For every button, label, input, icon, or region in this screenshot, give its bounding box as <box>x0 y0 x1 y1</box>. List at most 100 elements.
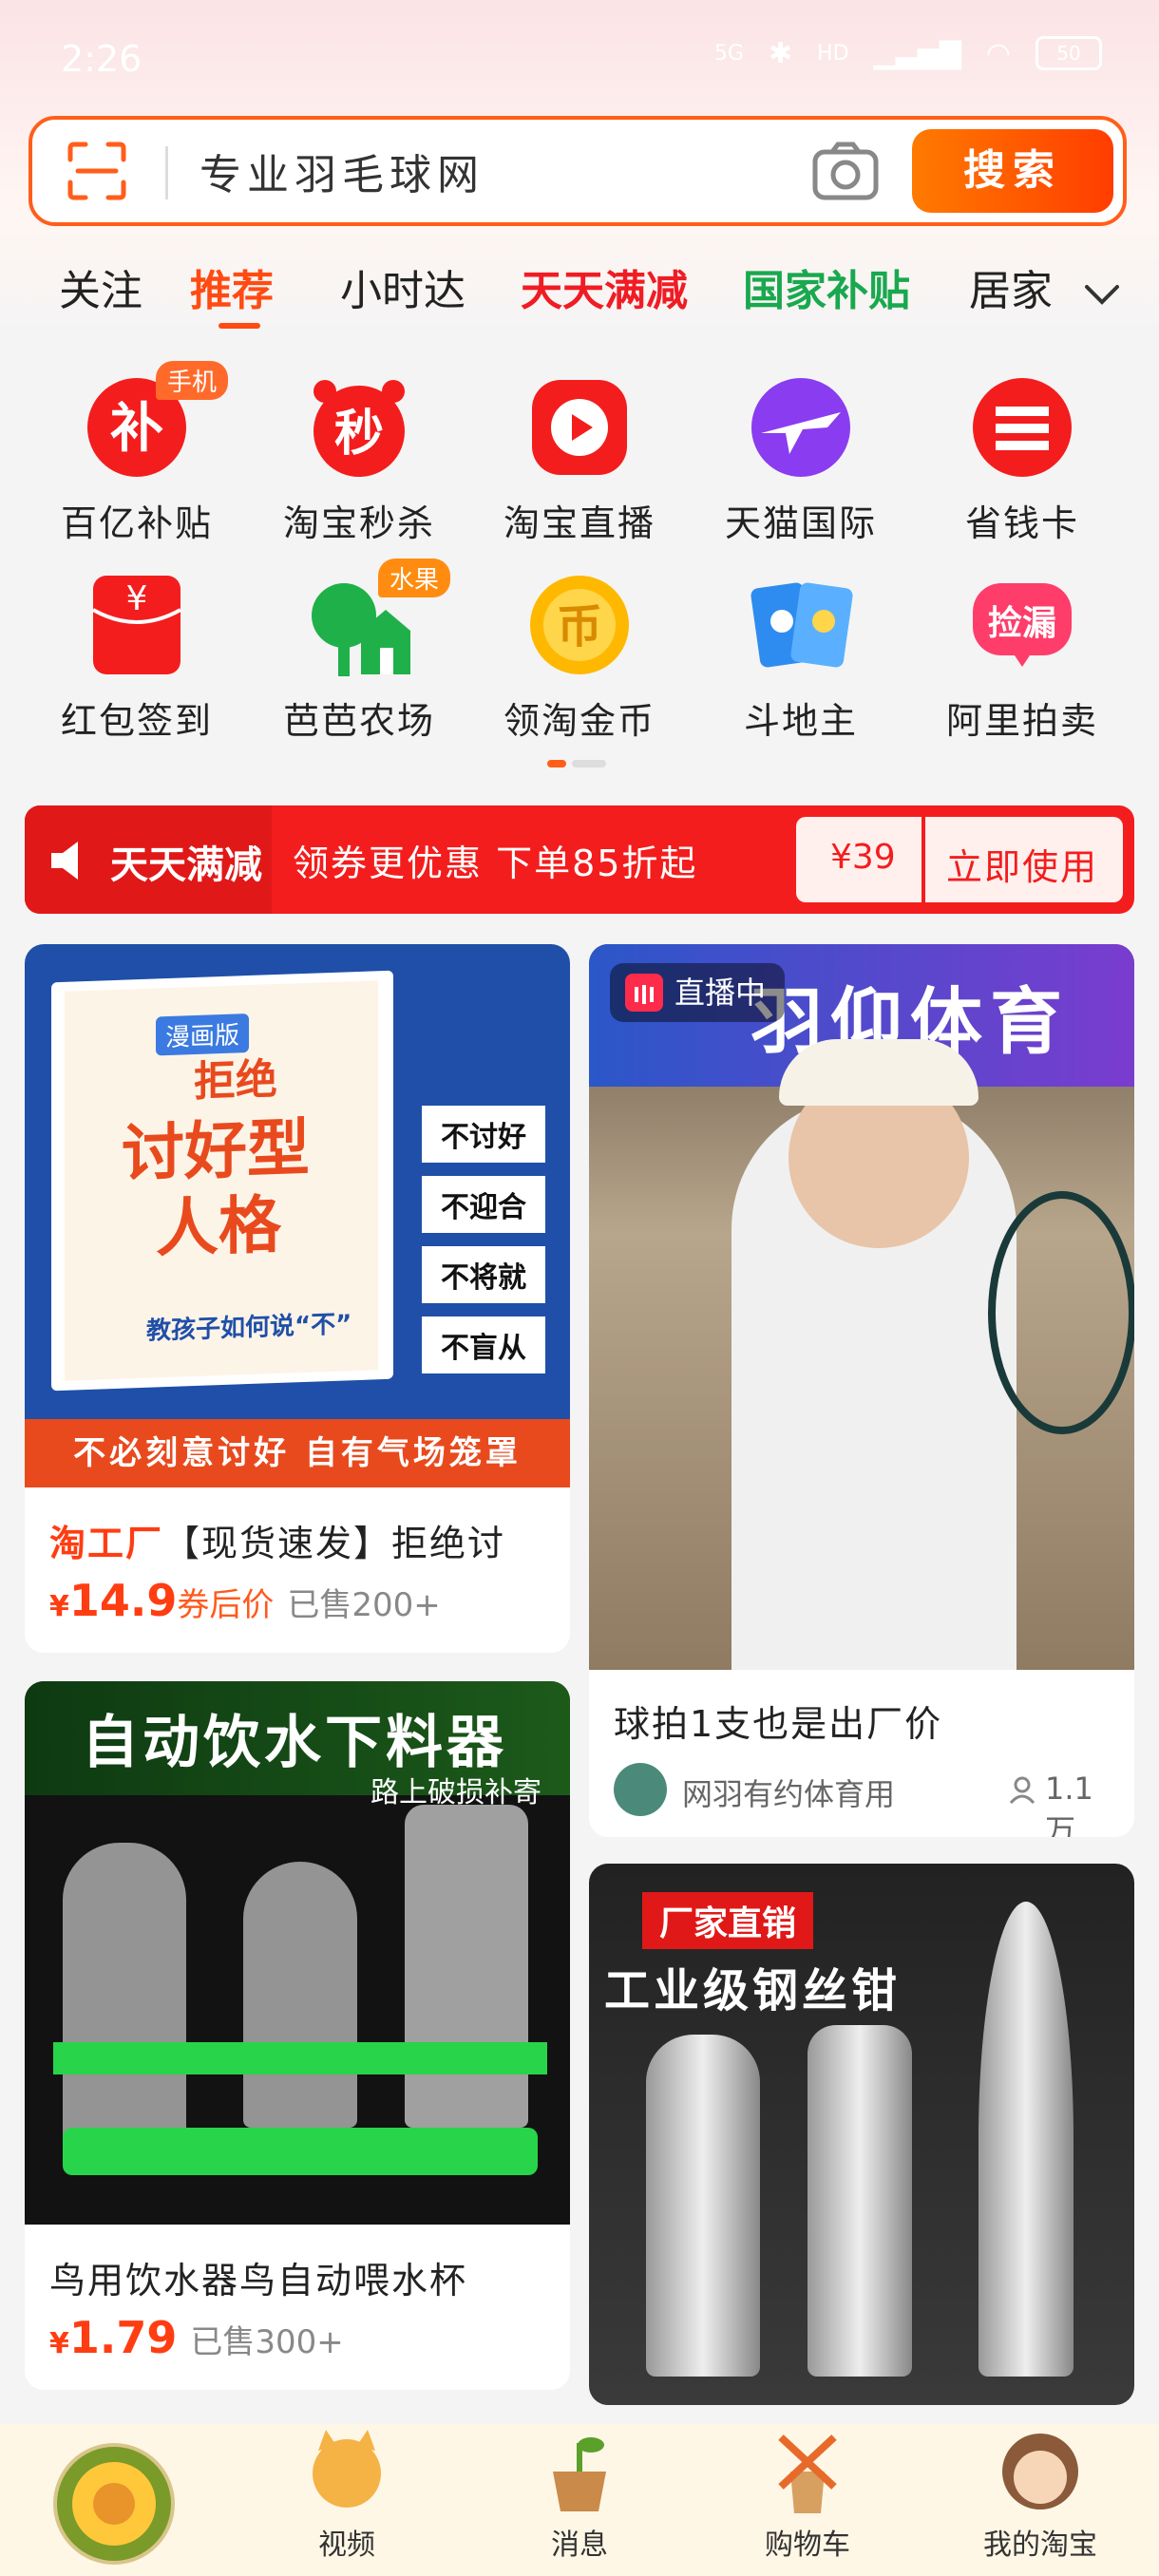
category-live[interactable]: 淘宝直播 <box>469 374 690 546</box>
pliers-2 <box>808 2025 912 2377</box>
coin-glyph: 币 <box>557 600 602 653</box>
girl-avatar-icon <box>1002 2434 1078 2510</box>
shop-line: 网羽有约体育用 1.1万 <box>614 1763 1117 1837</box>
product-title: 球拍1支也是出厂价 <box>614 1703 943 1745</box>
feeder-tube-2 <box>243 1862 357 2128</box>
product-card-pliers[interactable]: 厂家直销 工业级钢丝钳 <box>589 1864 1134 2405</box>
flash-sale-glyph: 秒 <box>334 406 384 463</box>
product-price: 14.9 <box>68 1575 178 1626</box>
pliers-1 <box>646 2035 760 2377</box>
tree-house-icon: 水果 <box>306 559 450 678</box>
viewers-icon <box>1009 1776 1036 1805</box>
tab-home[interactable]: 居家 <box>969 256 1054 317</box>
category-label: 天猫国际 <box>724 502 877 544</box>
home-sunflower-icon[interactable] <box>53 2443 175 2565</box>
nav-label: 消息 <box>551 2529 608 2562</box>
nav-label: 购物车 <box>765 2529 850 2562</box>
shop-avatar <box>614 1763 667 1816</box>
category-label: 芭芭农场 <box>282 700 435 742</box>
auction-icon: 捡漏 <box>969 572 1075 678</box>
price-currency: ¥ <box>49 1590 69 1623</box>
feeder-tube-3 <box>405 1805 528 2128</box>
camera-icon[interactable] <box>811 141 880 201</box>
category-tag: 水果 <box>377 559 450 597</box>
bottom-nav: 视频 消息 购物车 我的淘宝 <box>0 2424 1159 2576</box>
tab-national-subsidy[interactable]: 国家补贴 <box>743 256 910 317</box>
price-line: ¥14.9券后价 已售200+ <box>49 1575 441 1626</box>
nav-messages[interactable]: 消息 <box>484 2424 674 2563</box>
chip: 不将就 <box>422 1246 545 1303</box>
category-gold-coin[interactable]: 币 领淘金币 <box>469 572 690 744</box>
category-label: 百亿补贴 <box>60 502 213 544</box>
category-label: 红包签到 <box>60 700 213 742</box>
category-red-envelope[interactable]: ¥ 红包签到 <box>27 572 247 744</box>
factory-direct-tag: 厂家直销 <box>642 1892 814 1949</box>
tab-recommend[interactable]: 推荐 <box>190 256 274 317</box>
red-envelope-icon: ¥ <box>84 572 190 678</box>
tab-follow[interactable]: 关注 <box>59 256 142 317</box>
page-dot <box>572 760 606 767</box>
streamer-cap <box>779 1039 978 1106</box>
tab-hourly[interactable]: 小时达 <box>340 256 466 317</box>
nav-video[interactable]: 视频 <box>252 2424 442 2563</box>
hd-label: HD <box>817 41 849 66</box>
pliers-headline: 工业级钢丝钳 <box>604 1964 902 2017</box>
product-title: 鸟用饮水器鸟自动喂水杯 <box>49 2260 468 2301</box>
nav-my-taobao[interactable]: 我的淘宝 <box>945 2424 1135 2563</box>
saving-card-icon <box>969 374 1075 481</box>
price-line: ¥1.79 已售300+ <box>49 2312 344 2363</box>
coupon-box[interactable]: ¥39 立即使用 <box>796 817 1123 902</box>
scan-icon[interactable] <box>66 141 127 201</box>
chip: 不迎合 <box>422 1176 545 1233</box>
product-title: 淘工厂【现货速发】拒绝讨 <box>49 1514 505 1566</box>
brand-label: 淘工厂 <box>49 1523 164 1564</box>
category-landlord-game[interactable]: 斗地主 <box>691 572 911 744</box>
category-billion-subsidy[interactable]: 补 手机 百亿补贴 <box>27 361 247 546</box>
chevron-down-icon[interactable] <box>1081 274 1123 315</box>
category-label: 省钱卡 <box>964 502 1079 544</box>
network-label: 5G <box>713 41 744 66</box>
tab-daily-discount[interactable]: 天天满减 <box>521 256 688 317</box>
status-icons: 5G ✱ HD ▁▃▅▇ ◠ 50 <box>714 36 1102 70</box>
chip: 不盲从 <box>422 1316 545 1373</box>
book-promo-strip: 不必刻意讨好 自有气场笼罩 <box>25 1419 570 1487</box>
category-flash-sale[interactable]: 秒 淘宝秒杀 <box>249 374 469 546</box>
use-coupon-button[interactable]: 立即使用 <box>946 838 1098 890</box>
search-button[interactable]: 搜索 <box>912 129 1113 213</box>
product-card-live[interactable]: 羽仰体育 直播中 球拍1支也是出厂价 网羽有约体育用 1.1万 <box>589 944 1134 1837</box>
bluetooth-icon: ✱ <box>768 36 793 70</box>
category-baba-farm[interactable]: 水果 芭芭农场 <box>249 559 469 744</box>
gold-coin-icon: 币 <box>526 572 633 678</box>
product-price: 1.79 <box>68 2312 178 2363</box>
sold-count: 已售300+ <box>190 2323 344 2361</box>
book-title-line3: 人格 <box>156 1187 281 1266</box>
price-currency: ¥ <box>49 2327 69 2360</box>
product-card-feeder[interactable]: 自动饮水下料器 路上破损补寄 鸟用饮水器鸟自动喂水杯 ¥1.79 已售300+ <box>25 1681 570 2390</box>
active-tab-underline <box>218 323 260 329</box>
chip: 不讨好 <box>422 1106 545 1163</box>
discount-banner[interactable]: 天天满减 领券更优惠 下单85折起 ¥39 立即使用 <box>25 805 1134 914</box>
plane-globe-icon <box>748 374 854 481</box>
subsidy-icon: 补 手机 <box>84 361 228 481</box>
sold-count: 已售200+ <box>287 1586 441 1624</box>
nav-cart[interactable]: 购物车 <box>712 2424 902 2563</box>
banner-title: 天天满减 <box>110 843 262 887</box>
product-card-book[interactable]: 漫画版 拒绝 讨好型 人格 教孩子如何说“不” 不讨好 不迎合 不将就 不盲从 … <box>25 944 570 1653</box>
search-input[interactable]: 专业羽毛球网 <box>200 141 484 201</box>
feeder-green-base <box>63 2128 538 2175</box>
category-ali-auction[interactable]: 捡漏 阿里拍卖 <box>912 572 1132 744</box>
live-badge: 直播中 <box>610 963 786 1022</box>
live-label: 直播中 <box>674 975 767 1011</box>
live-bars-icon <box>625 974 663 1012</box>
coupon-divider <box>922 817 925 902</box>
live-stream-image: 羽仰体育 直播中 <box>589 944 1134 1670</box>
category-label: 淘宝直播 <box>503 502 656 544</box>
search-bar[interactable]: 专业羽毛球网 搜索 <box>28 116 1127 226</box>
category-tabs: 关注 推荐 小时达 天天满减 国家补贴 居家 <box>0 256 1159 332</box>
playing-cards-icon <box>748 572 854 678</box>
category-tmall-global[interactable]: 天猫国际 <box>691 374 911 546</box>
category-saving-card[interactable]: 省钱卡 <box>912 374 1132 546</box>
speaker-icon <box>51 842 78 880</box>
envelope-glyph: ¥ <box>126 579 148 618</box>
windmill-icon <box>778 2434 837 2513</box>
